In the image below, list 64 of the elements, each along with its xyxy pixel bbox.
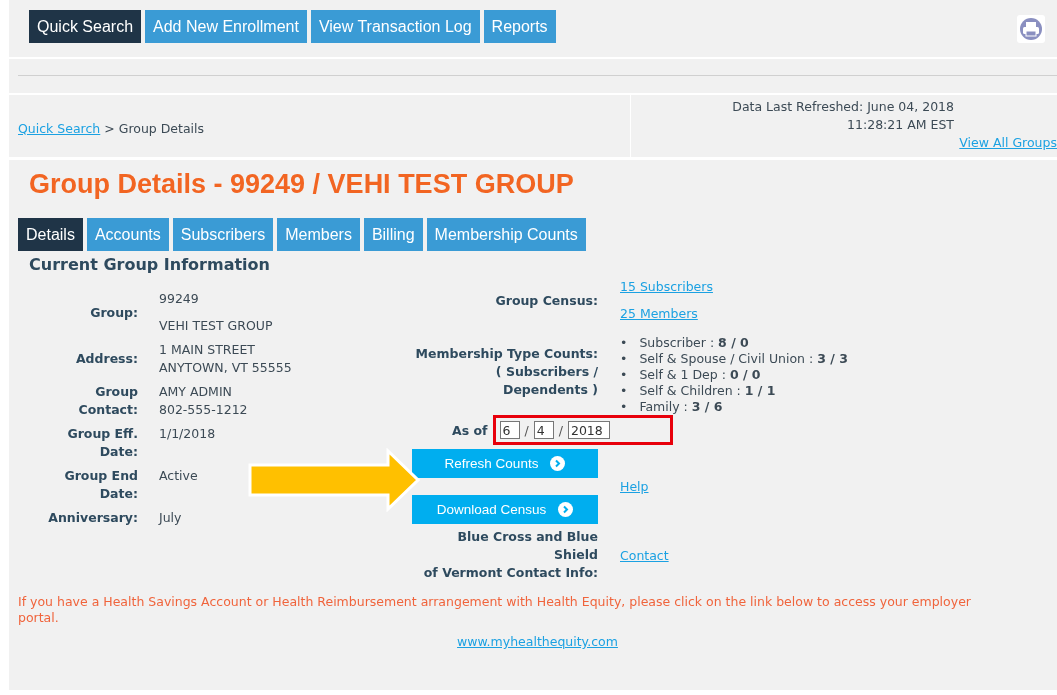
field-label: Group Eff. Date: [66, 425, 138, 461]
field-label: Group End Date: [63, 467, 138, 503]
date-field[interactable]: 6 [499, 421, 520, 439]
tab[interactable]: Subscribers [172, 218, 274, 251]
field-value: 802-555-1212 [159, 401, 249, 419]
field-value: 1 MAIN STREET [159, 341, 256, 359]
field-label: Group: [89, 303, 138, 322]
chevron-icon [558, 502, 574, 517]
field-label: Blue Cross and Blue Shield [456, 528, 598, 564]
field-value: VEHI TEST GROUP [159, 317, 274, 335]
field-sublabel: ( Subscribers / Dependents ) [494, 363, 598, 399]
field-label: of Vermont Contact Info: [423, 564, 598, 582]
notice-text: If you have a Health Savings Account or Health Reimbursement arrangement with Health Equity, please click on the link below to access your employer portal. [18, 594, 972, 626]
field-label: Group Contact: [77, 383, 138, 419]
breadcrumb-link[interactable]: Quick Search [18, 120, 101, 136]
nav-button[interactable]: Reports [483, 10, 556, 43]
nav-button[interactable]: Add New Enrollment [145, 10, 307, 43]
section-title: Current Group Information [29, 255, 271, 274]
bullet: • [620, 399, 628, 415]
as-of-label: As of [452, 422, 488, 438]
census-link[interactable]: 25 Members [620, 305, 1032, 323]
nav-button[interactable]: Quick Search [29, 10, 142, 43]
field-value: 1/1/2018 [159, 425, 217, 443]
count-item: Self & Spouse / Civil Union : 3 / 3 [639, 351, 848, 367]
tab[interactable]: Members [277, 218, 360, 251]
help-link[interactable]: Help [620, 479, 1032, 494]
refresh-date: Data Last Refreshed: June 04, 2018 [732, 98, 954, 116]
date-separator: / [524, 422, 529, 438]
date-separator: / [558, 422, 563, 438]
bullet: • [620, 383, 628, 399]
bullet: • [620, 367, 628, 383]
print-icon[interactable] [1017, 14, 1045, 43]
field-value: 99249 [159, 290, 200, 308]
field-value: Active [159, 467, 199, 485]
chevron-icon [550, 456, 566, 471]
bullet: • [620, 335, 628, 351]
count-item: Self & Children : 1 / 1 [639, 383, 776, 399]
action-button[interactable]: Download Census [412, 495, 598, 524]
field-label: Anniversary: [47, 509, 138, 527]
field-label: Address: [74, 350, 138, 368]
census-link[interactable]: 15 Subscribers [620, 278, 1032, 296]
refresh-time: 11:28:21 AM EST [847, 116, 954, 134]
field-value: AMY ADMIN [159, 383, 233, 401]
view-all-groups-link[interactable]: View All Groups [959, 134, 1057, 152]
action-button[interactable]: Refresh Counts [412, 449, 598, 478]
date-field[interactable]: 2018 [567, 421, 610, 439]
count-item: Family : 3 / 6 [639, 399, 723, 415]
count-item: Self & 1 Dep : 0 / 0 [639, 367, 761, 383]
contact-link[interactable]: Contact [620, 547, 1032, 563]
tab[interactable]: Accounts [86, 218, 169, 251]
field-value: ANYTOWN, VT 55555 [159, 359, 293, 377]
date-field[interactable]: 4 [533, 421, 554, 439]
tab[interactable]: Membership Counts [426, 218, 586, 251]
count-item: Subscriber : 8 / 0 [639, 335, 749, 351]
page-title: Group Details - 99249 / VEHI TEST GROUP [29, 168, 575, 201]
tab[interactable]: Details [18, 218, 83, 251]
health-equity-link[interactable]: www.myhealthequity.com [457, 634, 618, 649]
field-label: Membership Type Counts: [415, 345, 598, 363]
field-label: Group Census: [494, 291, 598, 310]
tab[interactable]: Billing [363, 218, 423, 251]
field-value: July [159, 509, 183, 527]
breadcrumb-current: > Group Details [104, 120, 205, 136]
nav-button[interactable]: View Transaction Log [310, 10, 480, 43]
bullet: • [620, 351, 628, 367]
